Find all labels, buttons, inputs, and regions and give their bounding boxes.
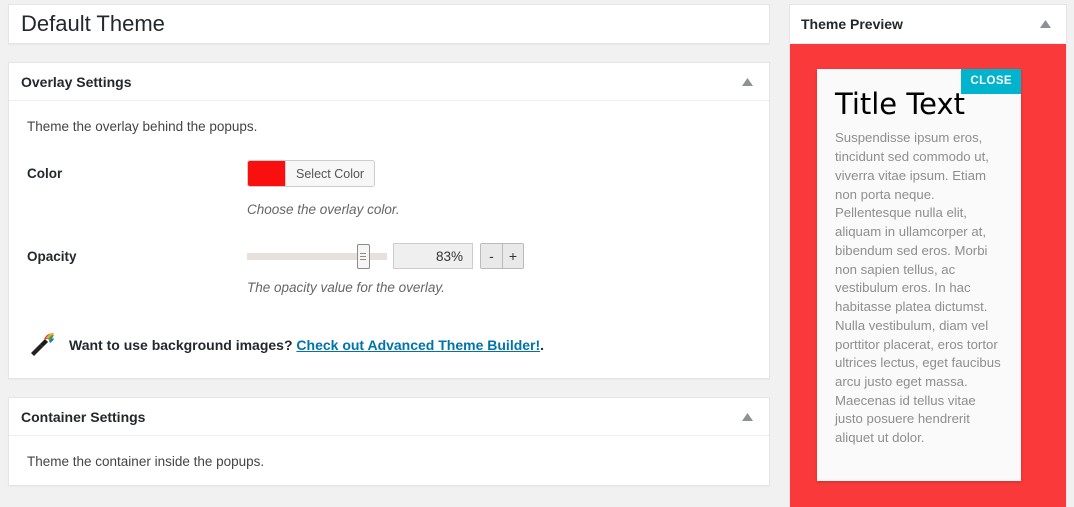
container-settings-description: Theme the container inside the popups. — [27, 454, 265, 469]
paintbrush-icon — [27, 327, 61, 362]
chevron-up-icon[interactable] — [737, 407, 757, 427]
theme-preview-panel: Theme Preview Ge ng wel , or eless e is … — [789, 4, 1067, 507]
theme-preview-title: Theme Preview — [801, 16, 903, 32]
opacity-field-label: Opacity — [27, 249, 77, 264]
overlay-settings-description: Theme the overlay behind the popups. — [27, 119, 258, 134]
color-swatch[interactable] — [248, 161, 286, 186]
preview-popup: CLOSE Title Text Suspendisse ipsum eros,… — [817, 69, 1021, 481]
overlay-settings-body: Theme the overlay behind the popups. Col… — [9, 101, 769, 378]
select-color-button[interactable]: Select Color — [286, 161, 375, 186]
overlay-settings-title: Overlay Settings — [21, 73, 132, 90]
opacity-slider-thumb[interactable] — [356, 243, 370, 269]
container-settings-panel: Container Settings Theme the container i… — [8, 397, 770, 486]
chevron-up-icon[interactable] — [1035, 14, 1055, 34]
container-settings-header[interactable]: Container Settings — [9, 398, 769, 436]
container-settings-title: Container Settings — [21, 408, 146, 425]
opacity-slider-wrap: 83% - + — [247, 243, 751, 269]
theme-preview-header[interactable]: Theme Preview — [790, 5, 1066, 44]
opacity-slider-track[interactable] — [247, 243, 387, 269]
app-screen: Default Theme Overlay Settings Theme the… — [0, 0, 1074, 507]
color-field-label: Color — [27, 166, 63, 181]
opacity-stepper: - + — [480, 243, 524, 269]
popup-close-button[interactable]: CLOSE — [961, 69, 1021, 94]
opacity-decrement-button[interactable]: - — [481, 244, 502, 268]
color-field-help: Choose the overlay color. — [247, 202, 400, 217]
opacity-increment-button[interactable]: + — [502, 244, 523, 268]
overlay-settings-header[interactable]: Overlay Settings — [9, 63, 769, 101]
page-title-panel: Default Theme — [8, 4, 770, 44]
advanced-theme-builder-link[interactable]: Check out Advanced Theme Builder! — [296, 337, 540, 353]
color-field-row: Color Select Color Choose the overlay co… — [27, 160, 751, 217]
popup-body-text: Suspendisse ipsum eros, tincidunt sed co… — [835, 130, 1001, 446]
opacity-value-input[interactable]: 83% — [393, 243, 473, 269]
opacity-field-row: Opacity 83% - + The opacity value for th… — [27, 243, 751, 295]
color-field-control: Select Color Choose the overlay color. — [247, 160, 751, 217]
promo-question: Want to use background images? — [69, 336, 293, 353]
color-picker[interactable]: Select Color — [247, 160, 376, 187]
advanced-theme-promo: Want to use background images? Check out… — [27, 323, 751, 362]
settings-column: Default Theme Overlay Settings Theme the… — [8, 4, 770, 507]
page-title: Default Theme — [21, 10, 165, 36]
overlay-settings-panel: Overlay Settings Theme the overlay behin… — [8, 62, 770, 379]
container-settings-body: Theme the container inside the popups. — [9, 436, 769, 485]
theme-preview-stage: Ge ng wel , or eless e is b nore te int … — [790, 44, 1066, 507]
opacity-field-control: 83% - + The opacity value for the overla… — [247, 243, 751, 295]
promo-period: . — [540, 336, 545, 353]
opacity-field-help: The opacity value for the overlay. — [247, 280, 445, 295]
promo-text: Want to use background images? Check out… — [69, 337, 544, 353]
chevron-up-icon[interactable] — [737, 72, 757, 92]
